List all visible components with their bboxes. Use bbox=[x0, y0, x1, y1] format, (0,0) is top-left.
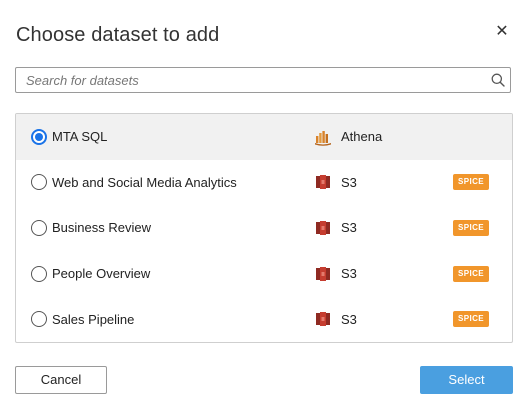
dataset-source: S3 bbox=[341, 311, 357, 327]
search-icon[interactable] bbox=[486, 68, 510, 92]
spice-badge: SPICE bbox=[453, 265, 490, 282]
dataset-source: S3 bbox=[341, 266, 357, 282]
spice-badge: SPICE bbox=[453, 219, 490, 236]
dataset-source: S3 bbox=[341, 174, 357, 190]
dataset-name: MTA SQL bbox=[52, 129, 108, 145]
dataset-source: Athena bbox=[341, 129, 383, 145]
s3-icon bbox=[314, 310, 332, 328]
dataset-name: Business Review bbox=[52, 220, 151, 236]
dataset-radio[interactable] bbox=[31, 265, 47, 282]
dataset-radio[interactable] bbox=[31, 219, 47, 236]
close-icon[interactable]: ✕ bbox=[494, 22, 510, 42]
cancel-button[interactable]: Cancel bbox=[15, 366, 107, 394]
dataset-name: People Overview bbox=[52, 266, 151, 282]
dataset-name: Web and Social Media Analytics bbox=[52, 174, 237, 190]
dataset-row-web-and-social-media-analytics[interactable]: Web and Social Media Analytics S3 SPICE bbox=[16, 160, 512, 206]
spice-badge: SPICE bbox=[453, 174, 490, 191]
dataset-list: MTA SQL Athena Web and Social Media Anal… bbox=[15, 113, 513, 343]
athena-icon bbox=[314, 128, 332, 146]
s3-icon bbox=[314, 219, 332, 237]
dataset-name: Sales Pipeline bbox=[52, 311, 135, 327]
dialog-title: Choose dataset to add bbox=[16, 24, 220, 46]
dataset-source: S3 bbox=[341, 220, 357, 236]
dataset-row-business-review[interactable]: Business Review S3 SPICE bbox=[16, 205, 512, 251]
dataset-radio[interactable] bbox=[31, 174, 47, 191]
dataset-row-sales-pipeline[interactable]: Sales Pipeline S3 SPICE bbox=[16, 296, 512, 342]
spice-badge: SPICE bbox=[453, 311, 490, 328]
s3-icon bbox=[314, 173, 332, 191]
dataset-row-people-overview[interactable]: People Overview S3 SPICE bbox=[16, 251, 512, 297]
dataset-row-mta-sql[interactable]: MTA SQL Athena bbox=[16, 114, 512, 160]
dataset-radio[interactable] bbox=[31, 311, 47, 328]
s3-icon bbox=[314, 265, 332, 283]
search-box bbox=[15, 67, 511, 93]
select-button[interactable]: Select bbox=[420, 366, 513, 394]
dataset-radio[interactable] bbox=[31, 128, 47, 145]
search-input[interactable] bbox=[16, 68, 486, 92]
